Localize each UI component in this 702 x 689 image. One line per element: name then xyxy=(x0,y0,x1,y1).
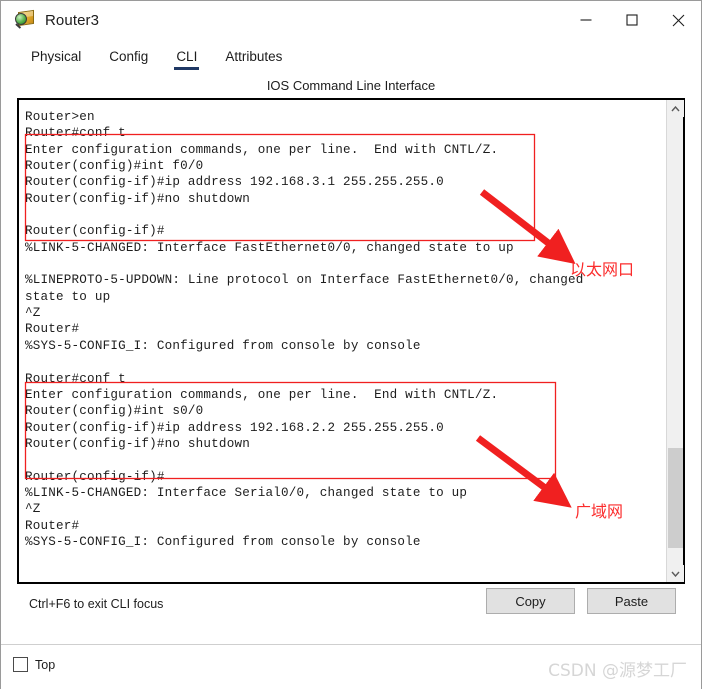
paste-button[interactable]: Paste xyxy=(587,588,676,614)
cli-panel: IOS Command Line Interface Router>en Rou… xyxy=(9,72,693,644)
chevron-down-icon[interactable] xyxy=(667,565,684,582)
watermark: CSDN @源梦工厂 xyxy=(548,661,687,681)
annotation-wan: 广域网 xyxy=(575,502,624,521)
tab-cli[interactable]: CLI xyxy=(162,48,211,72)
tab-underline xyxy=(174,67,200,70)
window-title: Router3 xyxy=(45,11,100,29)
terminal-output-area[interactable]: Router>en Router#conf t Enter configurat… xyxy=(19,100,666,582)
maximize-icon[interactable] xyxy=(609,1,655,39)
terminal-scrollbar[interactable] xyxy=(666,100,684,582)
tab-config-label: Config xyxy=(109,49,149,64)
title-bar: Router3 xyxy=(1,1,701,39)
tab-strip: Physical Config CLI Attributes xyxy=(1,39,701,72)
panel-title: IOS Command Line Interface xyxy=(266,78,436,93)
top-checkbox-label: Top xyxy=(35,657,56,672)
copy-button[interactable]: Copy xyxy=(486,588,575,614)
window-controls xyxy=(563,1,701,39)
tab-physical[interactable]: Physical xyxy=(17,48,95,72)
terminal-text: Router>en Router#conf t Enter configurat… xyxy=(25,110,584,549)
tab-cli-label: CLI xyxy=(176,49,198,64)
tab-attributes[interactable]: Attributes xyxy=(211,48,296,72)
top-checkbox[interactable] xyxy=(13,657,28,672)
cli-focus-hint: Ctrl+F6 to exit CLI focus xyxy=(29,597,164,611)
tab-config[interactable]: Config xyxy=(95,48,162,72)
inspect-device-icon xyxy=(15,9,35,30)
minimize-icon[interactable] xyxy=(563,1,609,39)
close-icon[interactable] xyxy=(655,1,701,39)
chevron-up-icon[interactable] xyxy=(667,100,684,117)
annotation-ethernet-port: 以太网口 xyxy=(570,260,635,279)
tab-attributes-label: Attributes xyxy=(225,49,283,64)
router-cli-window: Router3 Physical Config CLI Attributes I… xyxy=(0,0,702,689)
cli-action-bar: Ctrl+F6 to exit CLI focus Copy Paste xyxy=(17,584,685,644)
top-checkbox-row[interactable]: Top xyxy=(13,657,55,672)
window-footer: Top CSDN @源梦工厂 xyxy=(1,644,701,689)
tab-physical-label: Physical xyxy=(31,49,82,64)
scrollbar-thumb[interactable] xyxy=(668,448,683,548)
